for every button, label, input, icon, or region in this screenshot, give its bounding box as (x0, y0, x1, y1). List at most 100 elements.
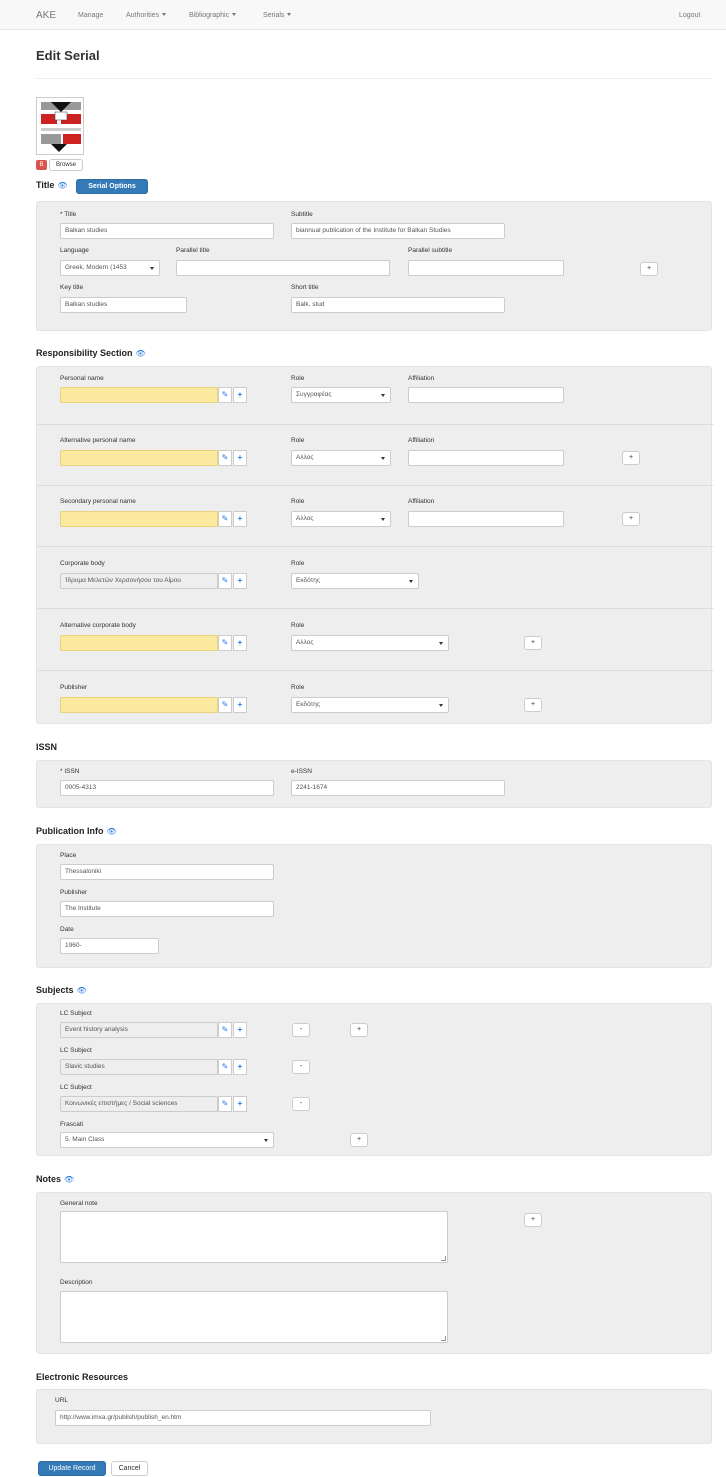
edit-icon[interactable]: ✎ (218, 1022, 232, 1038)
lc-subject-input[interactable]: Event history analysis (60, 1022, 218, 1038)
edit-icon[interactable]: ✎ (218, 450, 232, 466)
nav-authorities[interactable]: Authorities (126, 12, 167, 19)
plus-icon[interactable]: + (233, 387, 247, 403)
secondary-role-value: Αλλος (296, 515, 314, 522)
corporate-role-select[interactable]: Εκδότης (291, 573, 419, 589)
edit-icon[interactable]: ✎ (218, 1096, 232, 1112)
nav-bibliographic-label: Bibliographic (189, 12, 230, 19)
add-note-button[interactable]: + (524, 1213, 542, 1227)
brand[interactable]: AKE (36, 10, 56, 21)
eye-icon[interactable]: 👁 (77, 986, 87, 995)
chevron-down-icon (150, 267, 154, 270)
parallel-title-label: Parallel title (176, 247, 210, 254)
eye-icon[interactable]: 👁 (107, 827, 117, 836)
subtitle-input[interactable]: biannual publication of the Institute fo… (291, 223, 505, 239)
alt-corporate-body-input[interactable] (60, 635, 218, 651)
issn-input[interactable]: 0005-4313 (60, 780, 274, 796)
personal-affiliation-input[interactable] (408, 387, 564, 403)
publication-well: Place Thessaloniki Publisher The Institu… (36, 844, 712, 968)
plus-icon[interactable]: + (233, 635, 247, 651)
description-textarea[interactable] (60, 1291, 448, 1343)
plus-icon[interactable]: + (233, 1022, 247, 1038)
nav-serials[interactable]: Serials (263, 12, 292, 19)
alt-personal-affiliation-input[interactable] (408, 450, 564, 466)
logout-link[interactable]: Logout (679, 12, 700, 19)
edit-icon[interactable]: ✎ (218, 1059, 232, 1075)
edit-icon[interactable]: ✎ (218, 635, 232, 651)
secondary-role-select[interactable]: Αλλος (291, 511, 391, 527)
corporate-body-input[interactable]: Ίδρυμα Μελετών Χερσονήσου του Αίμου (60, 573, 218, 589)
url-input[interactable]: http://www.imxa.gr/publish/publish_en.ht… (55, 1410, 431, 1426)
alt-corporate-role-select[interactable]: Αλλος (291, 635, 449, 651)
secondary-affiliation-input[interactable] (408, 511, 564, 527)
plus-icon[interactable]: + (233, 573, 247, 589)
publisher-role-select[interactable]: Εκδότης (291, 697, 449, 713)
personal-name-input[interactable] (60, 387, 218, 403)
subjects-heading-text: Subjects (36, 985, 74, 995)
publisher-input[interactable]: The Institute (60, 901, 274, 917)
eissn-input[interactable]: 2241-1674 (291, 780, 505, 796)
nav-bibliographic[interactable]: Bibliographic (189, 12, 237, 19)
affiliation-label: Affiliation (408, 498, 435, 505)
publisher-input[interactable] (60, 697, 218, 713)
add-alt-personal-button[interactable]: + (622, 451, 640, 465)
date-input[interactable]: 1960- (60, 938, 159, 954)
frascati-value: 5. Main Class (65, 1136, 105, 1143)
remove-subject-button[interactable]: - (292, 1060, 310, 1074)
remove-subject-button[interactable]: - (292, 1097, 310, 1111)
resize-handle[interactable] (441, 1336, 446, 1341)
nav-manage[interactable]: Manage (78, 12, 103, 19)
secondary-personal-name-input[interactable] (60, 511, 218, 527)
notes-well: General note + Description (36, 1192, 712, 1354)
parallel-title-input[interactable] (176, 260, 390, 276)
title-heading-text: Title (36, 180, 55, 190)
add-alt-corporate-button[interactable]: + (524, 636, 542, 650)
update-record-button[interactable]: Update Record (38, 1461, 106, 1476)
remove-cover-button[interactable]: B (36, 160, 47, 170)
date-label: Date (60, 926, 74, 933)
affiliation-label: Affiliation (408, 437, 435, 444)
place-input[interactable]: Thessaloniki (60, 864, 274, 880)
chevron-down-icon (381, 457, 385, 460)
alt-personal-name-input[interactable] (60, 450, 218, 466)
eissn-label: e-ISSN (291, 768, 312, 775)
publication-heading: Publication Info 👁 (36, 826, 117, 836)
plus-icon[interactable]: + (233, 1059, 247, 1075)
serial-options-button[interactable]: Serial Options (76, 179, 148, 194)
lc-subject-input[interactable]: Κοινωνικές επιστήμες / Social sciences (60, 1096, 218, 1112)
language-select[interactable]: Greek, Modern (1453 (60, 260, 160, 276)
add-secondary-personal-button[interactable]: + (622, 512, 640, 526)
parallel-subtitle-input[interactable] (408, 260, 564, 276)
add-parallel-title-button[interactable]: + (640, 262, 658, 276)
browse-button[interactable]: Browse (49, 159, 83, 171)
chevron-down-icon (439, 642, 443, 645)
general-note-textarea[interactable] (60, 1211, 448, 1263)
personal-role-select[interactable]: Συγγραφέας (291, 387, 391, 403)
issn-heading: ISSN (36, 742, 58, 752)
plus-icon[interactable]: + (233, 450, 247, 466)
frascati-select[interactable]: 5. Main Class (60, 1132, 274, 1148)
plus-icon[interactable]: + (233, 697, 247, 713)
lc-subject-input[interactable]: Slavic studies (60, 1059, 218, 1075)
edit-icon[interactable]: ✎ (218, 697, 232, 713)
chevron-down-icon (439, 704, 443, 707)
plus-icon[interactable]: + (233, 511, 247, 527)
add-subject-button[interactable]: + (350, 1023, 368, 1037)
edit-icon[interactable]: ✎ (218, 573, 232, 589)
eye-icon[interactable]: 👁 (136, 349, 146, 358)
edit-icon[interactable]: ✎ (218, 387, 232, 403)
resize-handle[interactable] (441, 1256, 446, 1261)
key-title-input[interactable]: Balkan studies (60, 297, 187, 313)
remove-subject-button[interactable]: - (292, 1023, 310, 1037)
alt-personal-role-select[interactable]: Αλλος (291, 450, 391, 466)
responsibility-well: Personal name ✎ + Role Συγγραφέας Affili… (36, 366, 713, 724)
short-title-input[interactable]: Balk. stud (291, 297, 505, 313)
eye-icon[interactable]: 👁 (64, 1175, 74, 1184)
add-publisher-button[interactable]: + (524, 698, 542, 712)
plus-icon[interactable]: + (233, 1096, 247, 1112)
add-frascati-button[interactable]: + (350, 1133, 368, 1147)
cancel-button[interactable]: Cancel (111, 1461, 148, 1476)
title-input[interactable]: Balkan studies (60, 223, 274, 239)
eye-icon[interactable]: 👁 (57, 181, 67, 190)
edit-icon[interactable]: ✎ (218, 511, 232, 527)
